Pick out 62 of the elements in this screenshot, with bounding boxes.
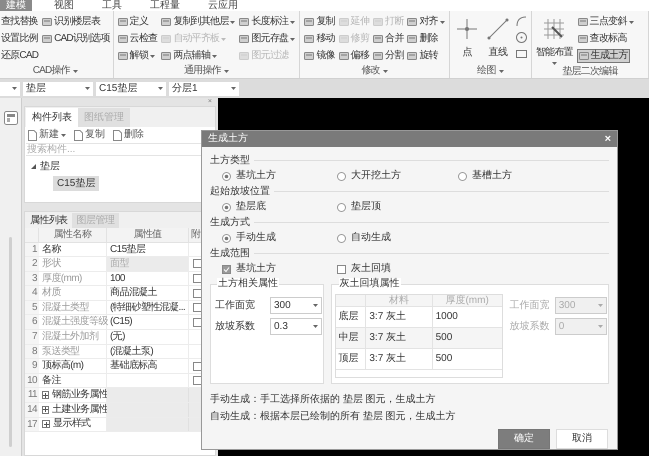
row-number: 4 (25, 286, 39, 300)
field-label: 放坡系数 (215, 320, 256, 332)
property-name: 泵送类型 (39, 344, 107, 358)
group-title: 垫层二次编辑 (562, 66, 618, 78)
table-cell: 3:7 灰土 (366, 307, 433, 327)
property-name: 备注 (39, 374, 107, 388)
row-number: 1 (25, 242, 39, 256)
group-title: 土方相关属性 (217, 278, 279, 290)
property-name: 混凝土外加剂 (39, 330, 107, 344)
table-cell: 3:7 灰土 (366, 349, 433, 369)
option-label: 自动生成 (351, 232, 391, 244)
table-cell-text: 500 (434, 331, 454, 345)
row-number: 10 (25, 374, 39, 388)
column-header: 属性值 (107, 228, 189, 242)
row-number: 14 (25, 403, 39, 417)
column-header: 材料 (366, 295, 433, 306)
section-title: 起始放坡位置 (210, 186, 270, 198)
row-number: 3 (25, 272, 39, 286)
property-name: 混凝土强度等级 (39, 315, 107, 330)
table-cell: 3:7 灰土 (366, 328, 433, 348)
option-label: 手动生成 (236, 232, 276, 244)
row-number: 6 (25, 315, 39, 330)
option-label: 灰土回填 (351, 263, 391, 275)
note-text: 自动生成：根据本层已绘制的所有 垫层 图元，生成土方 (210, 411, 457, 423)
table-cell: 顶层 (336, 349, 366, 369)
column-header: 属性名称 (39, 228, 107, 242)
group-title: 通用操作 (184, 65, 221, 77)
group-title: 修改 (361, 65, 380, 77)
section-title: 土方类型 (210, 154, 250, 166)
option-label: 基坑土方 (236, 263, 276, 275)
note-text: 手动生成：手工选择所依据的 垫层 图元，生成土方 (210, 394, 437, 406)
property-name: 厚度(mm) (39, 272, 107, 286)
property-name: 顶标高(m) (39, 359, 107, 373)
property-name: 材质 (39, 286, 107, 300)
table-cell: 底层 (336, 307, 366, 327)
field-label: 工作面宽 (510, 300, 551, 312)
option-label: 大开挖土方 (351, 170, 401, 182)
group-title: 绘图 (477, 65, 496, 77)
option-label: 基槽土方 (472, 170, 512, 182)
column-header: 厚度(mm) (444, 295, 490, 306)
row-number: 11 (25, 388, 39, 402)
table-cell: 中层 (336, 328, 366, 348)
group-title: CAD操作 (32, 65, 70, 77)
table-cell-text: 500 (434, 352, 454, 366)
row-number: 9 (25, 359, 39, 373)
row-number: 8 (25, 344, 39, 358)
section-title: 生成范围 (210, 248, 250, 260)
property-name: 名称 (39, 242, 107, 256)
row-number: 7 (25, 330, 39, 344)
option-label: 垫层顶 (351, 201, 381, 213)
property-name: 混凝土类型 (39, 300, 107, 314)
option-label: 基坑土方 (236, 170, 276, 182)
row-number: 5 (25, 300, 39, 314)
option-label: 垫层底 (236, 201, 266, 213)
table-cell-text: 1000 (434, 310, 459, 324)
section-title: 生成方式 (210, 216, 250, 228)
group-title: 灰土回填属性 (338, 278, 401, 290)
dialog-title: 生成土方 (208, 133, 248, 145)
field-label: 放坡系数 (510, 320, 551, 332)
row-number: 2 (25, 257, 39, 271)
row-number: 17 (25, 418, 39, 432)
field-label: 工作面宽 (215, 300, 256, 312)
